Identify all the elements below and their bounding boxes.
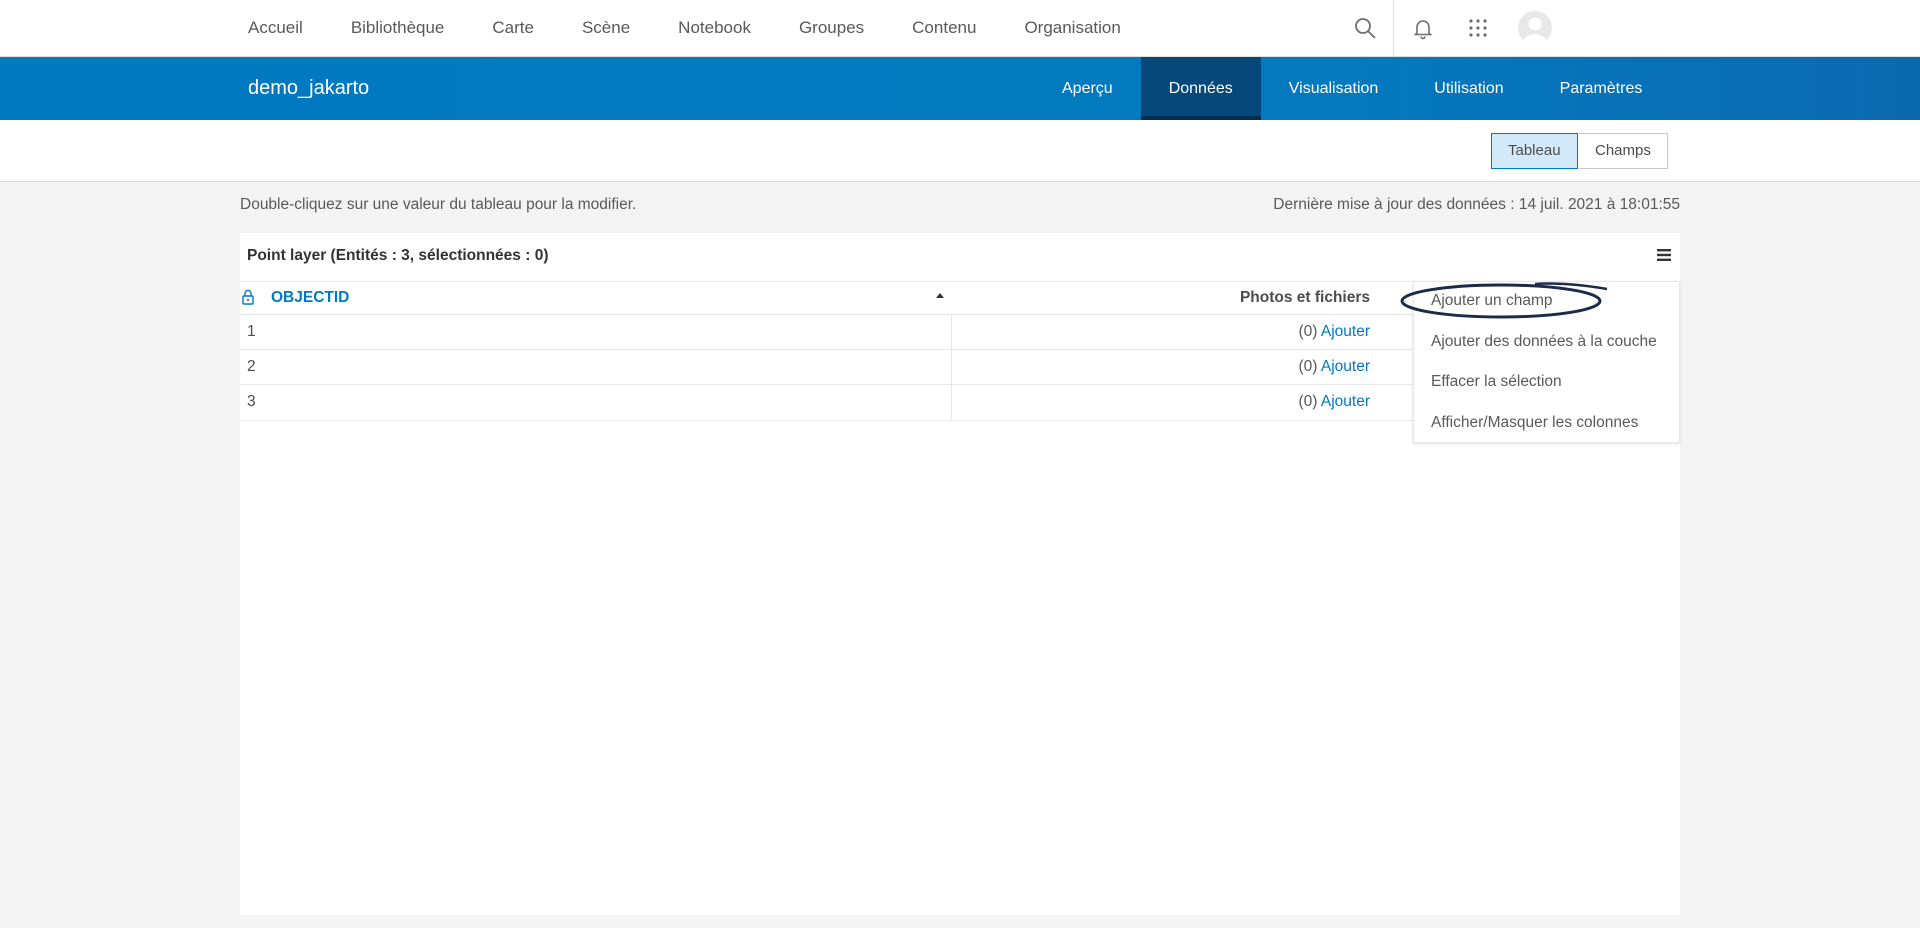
nav-carte[interactable]: Carte	[492, 18, 534, 38]
menu-item-ajouter-un-champ[interactable]: Ajouter un champ	[1431, 292, 1553, 310]
sort-ascending-icon[interactable]	[936, 293, 944, 298]
menu-item-ajouter-donnees-couche[interactable]: Ajouter des données à la couche	[1431, 333, 1657, 351]
tab-utilisation[interactable]: Utilisation	[1406, 57, 1531, 120]
edit-hint: Double-cliquez sur une valeur du tableau…	[240, 196, 637, 213]
avatar[interactable]	[1518, 11, 1552, 45]
item-tabs: Aperçu Données Visualisation Utilisation…	[1034, 57, 1670, 120]
attachments-cell: (0) Ajouter	[1298, 358, 1370, 376]
tab-donnees[interactable]: Données	[1140, 57, 1261, 120]
objectid-cell[interactable]: 1	[247, 323, 256, 341]
nav-notebook[interactable]: Notebook	[678, 18, 751, 38]
tab-parametres[interactable]: Paramètres	[1532, 57, 1671, 120]
tab-apercu[interactable]: Aperçu	[1034, 57, 1141, 120]
tab-visualisation[interactable]: Visualisation	[1261, 57, 1407, 120]
nav-organisation[interactable]: Organisation	[1024, 18, 1120, 38]
top-nav-links: Accueil Bibliothèque Carte Scène Noteboo…	[248, 0, 1169, 56]
menu-item-effacer-selection[interactable]: Effacer la sélection	[1431, 373, 1562, 391]
attachment-count: (0)	[1298, 323, 1318, 340]
column-divider	[951, 350, 952, 385]
nav-scene[interactable]: Scène	[582, 18, 630, 38]
objectid-cell[interactable]: 2	[247, 358, 256, 376]
view-toggle-bar: Tableau Champs	[0, 120, 1920, 182]
user-icon	[1522, 17, 1548, 45]
ajouter-link[interactable]: Ajouter	[1321, 323, 1370, 340]
table-title: Point layer (Entités : 3, sélectionnées …	[247, 247, 549, 264]
menu-item-afficher-masquer-colonnes[interactable]: Afficher/Masquer les colonnes	[1431, 414, 1638, 432]
champs-button[interactable]: Champs	[1579, 133, 1668, 169]
column-objectid[interactable]: OBJECTID	[271, 289, 349, 307]
attachments-cell: (0) Ajouter	[1298, 323, 1370, 341]
attachments-cell: (0) Ajouter	[1298, 393, 1370, 411]
search-icon[interactable]	[1353, 16, 1377, 40]
top-navigation: Accueil Bibliothèque Carte Scène Noteboo…	[0, 0, 1920, 57]
nav-accueil[interactable]: Accueil	[248, 18, 303, 38]
ajouter-link[interactable]: Ajouter	[1321, 358, 1370, 375]
table-menu-icon[interactable]	[1656, 247, 1672, 263]
objectid-cell[interactable]: 3	[247, 393, 256, 411]
lock-icon	[242, 289, 254, 305]
nav-bibliotheque[interactable]: Bibliothèque	[351, 18, 445, 38]
item-title: demo_jakarto	[248, 77, 370, 99]
nav-separator	[1393, 0, 1394, 56]
tableau-button[interactable]: Tableau	[1491, 133, 1578, 169]
attachment-count: (0)	[1298, 393, 1318, 410]
attachment-count: (0)	[1298, 358, 1318, 375]
apps-grid-icon[interactable]	[1466, 16, 1490, 40]
nav-groupes[interactable]: Groupes	[799, 18, 864, 38]
column-divider	[951, 385, 952, 420]
column-photos-fichiers[interactable]: Photos et fichiers	[1240, 289, 1370, 307]
table-options-menu: Ajouter un champ Ajouter des données à l…	[1413, 281, 1680, 443]
last-updated: Dernière mise à jour des données : 14 ju…	[1273, 196, 1680, 213]
item-header: demo_jakarto Aperçu Données Visualisatio…	[0, 57, 1920, 120]
column-divider	[951, 315, 952, 350]
nav-contenu[interactable]: Contenu	[912, 18, 976, 38]
bell-icon[interactable]	[1411, 16, 1435, 40]
ajouter-link[interactable]: Ajouter	[1321, 393, 1370, 410]
